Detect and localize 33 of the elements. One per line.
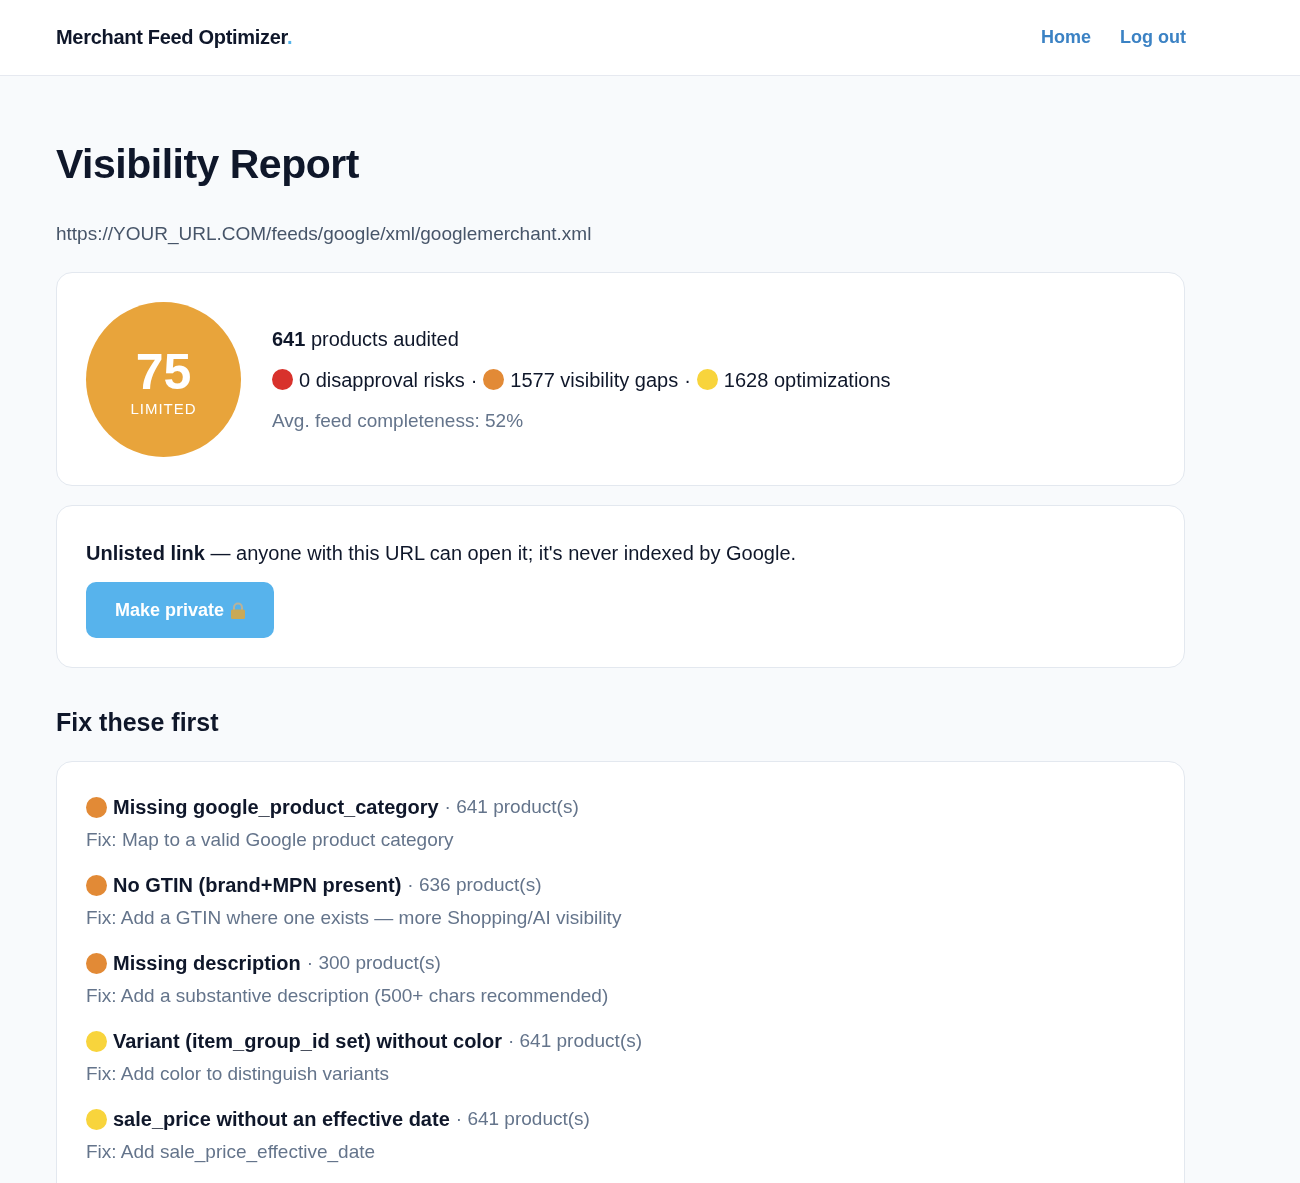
section-heading: Fix these first — [56, 707, 220, 737]
lock-icon — [231, 601, 246, 619]
summary-count: 1577 visibility gaps — [510, 367, 679, 393]
score-value: 75 — [135, 345, 192, 398]
nav-link[interactable]: Log out — [1120, 27, 1186, 48]
feed-url: https://YOUR_URL.COM/feeds/google/xml/googlemerchant.xml — [56, 222, 593, 246]
issue-count: · 636 product(s) — [407, 873, 542, 897]
page-title: Visibility Report — [56, 140, 360, 188]
score-grade: LIMITED — [130, 399, 197, 418]
issue-fix: Fix: Add a substantive description (500+ chars recommended) — [86, 984, 610, 1008]
separator-dot: · — [684, 367, 691, 393]
issue-fix: Fix: Add a GTIN where one exists — more Shopping/AI visibility — [86, 906, 623, 930]
summary-count: 0 disapproval risks — [299, 367, 465, 393]
issue-title: Missing google_product_category — [113, 795, 439, 820]
issue-count: · 300 product(s) — [306, 951, 441, 975]
issue-title: Missing description — [113, 951, 301, 976]
make-private-button[interactable]: Make private — [86, 582, 275, 638]
feed-completeness: Avg. feed completeness: 52% — [272, 408, 525, 433]
issue-count: · 641 product(s) — [444, 795, 579, 819]
issue-count: · 641 product(s) — [455, 1107, 590, 1131]
nav-link[interactable]: Home — [1041, 27, 1091, 48]
issue-title: sale_price without an effective date — [113, 1107, 450, 1132]
brand-logo: Merchant Feed Optimizer. — [56, 26, 293, 49]
issue-fix: Fix: Add color to distinguish variants — [86, 1062, 391, 1086]
products-audited: 641 products audited — [272, 326, 460, 352]
issue-fix: Fix: Add sale_price_effective_date — [86, 1140, 377, 1165]
summary-count: 1628 optimizations — [723, 367, 891, 393]
issue-count: · 641 product(s) — [507, 1029, 643, 1053]
unlisted-notice: Unlisted link — anyone with this URL can open it; it's never indexed by Google. — [86, 541, 797, 566]
issue-fix: Fix: Map to a valid Google product category — [86, 828, 455, 852]
issue-title: No GTIN (brand+MPN present) — [113, 873, 402, 898]
separator-dot: · — [470, 367, 478, 393]
issue-title: Variant (item_group_id set) without color — [113, 1029, 502, 1054]
